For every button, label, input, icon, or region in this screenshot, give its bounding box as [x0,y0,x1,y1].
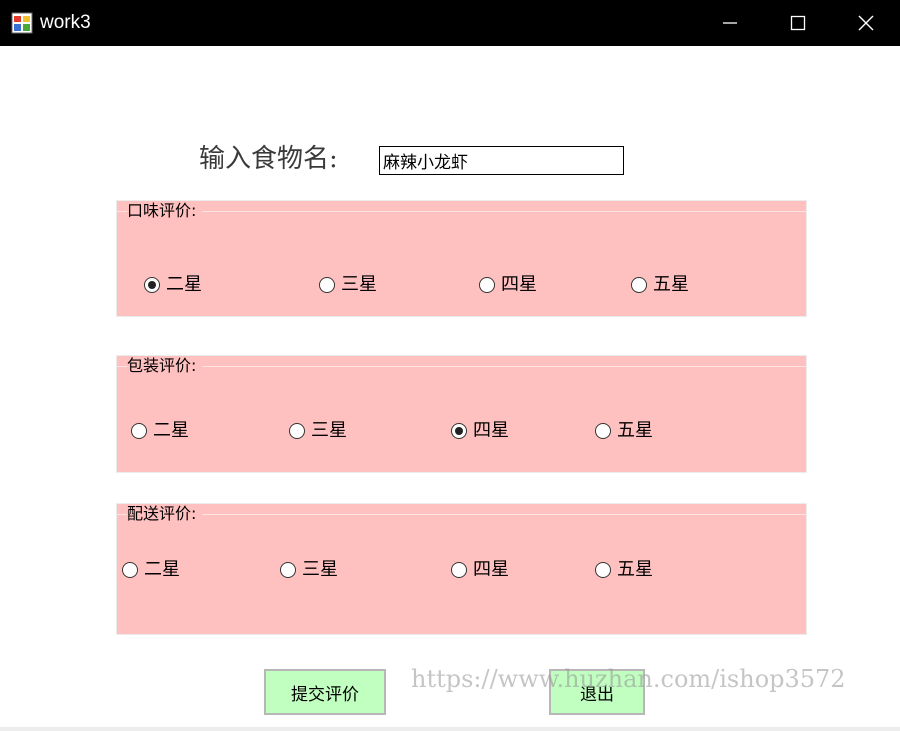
radio-circle[interactable] [595,423,611,439]
radio-circle[interactable] [289,423,305,439]
radio-label: 四星 [501,274,537,295]
delivery-radio-5star[interactable]: 五星 [595,558,653,582]
radio-circle[interactable] [131,423,147,439]
submit-review-button[interactable]: 提交评价 [264,669,386,715]
delivery-radio-2star[interactable]: 二星 [122,558,180,582]
title-bar[interactable]: work3 [0,0,900,46]
radio-circle[interactable] [144,277,160,293]
taste-rating-group: 口味评价: 二星 三星 四星 五星 [116,200,807,317]
close-icon [858,15,874,31]
window-bottom-edge [0,727,900,731]
packaging-rating-group: 包装评价: 二星 三星 四星 五星 [116,355,807,473]
minimize-icon [723,22,737,24]
group-border-line [117,514,806,515]
radio-label: 三星 [341,274,377,295]
packaging-radio-2star[interactable]: 二星 [131,419,189,443]
radio-label: 三星 [311,420,347,441]
maximize-button[interactable] [764,0,832,46]
delivery-rating-group: 配送评价: 二星 三星 四星 五星 [116,503,807,635]
radio-circle[interactable] [451,562,467,578]
delivery-radio-3star[interactable]: 三星 [280,558,338,582]
window-title: work3 [40,12,91,33]
app-window-icon[interactable] [11,12,33,34]
radio-label: 四星 [473,420,509,441]
group-border-line [117,211,806,212]
packaging-rating-title: 包装评价: [127,356,203,376]
minimize-button[interactable] [696,0,764,46]
radio-label: 五星 [617,420,653,441]
taste-radio-3star[interactable]: 三星 [319,273,377,297]
radio-circle[interactable] [280,562,296,578]
radio-circle[interactable] [451,423,467,439]
taste-rating-title: 口味评价: [127,201,203,221]
packaging-radio-5star[interactable]: 五星 [595,419,653,443]
delivery-rating-title: 配送评价: [127,504,203,524]
group-border-line [117,366,806,367]
radio-label: 五星 [617,559,653,580]
radio-label: 二星 [166,274,202,295]
maximize-icon [790,15,806,31]
packaging-radio-4star[interactable]: 四星 [451,419,509,443]
taste-radio-4star[interactable]: 四星 [479,273,537,297]
radio-circle[interactable] [319,277,335,293]
radio-circle[interactable] [595,562,611,578]
delivery-radio-4star[interactable]: 四星 [451,558,509,582]
close-button[interactable] [832,0,900,46]
radio-label: 五星 [653,274,689,295]
radio-label: 二星 [153,420,189,441]
packaging-radio-3star[interactable]: 三星 [289,419,347,443]
radio-circle[interactable] [122,562,138,578]
food-name-input[interactable] [379,146,624,175]
taste-radio-2star[interactable]: 二星 [144,273,202,297]
radio-circle[interactable] [631,277,647,293]
exit-button[interactable]: 退出 [549,669,645,715]
food-name-label: 输入食物名: [199,144,338,174]
radio-label: 四星 [473,559,509,580]
radio-label: 三星 [302,559,338,580]
radio-label: 二星 [144,559,180,580]
taste-radio-5star[interactable]: 五星 [631,273,689,297]
radio-circle[interactable] [479,277,495,293]
